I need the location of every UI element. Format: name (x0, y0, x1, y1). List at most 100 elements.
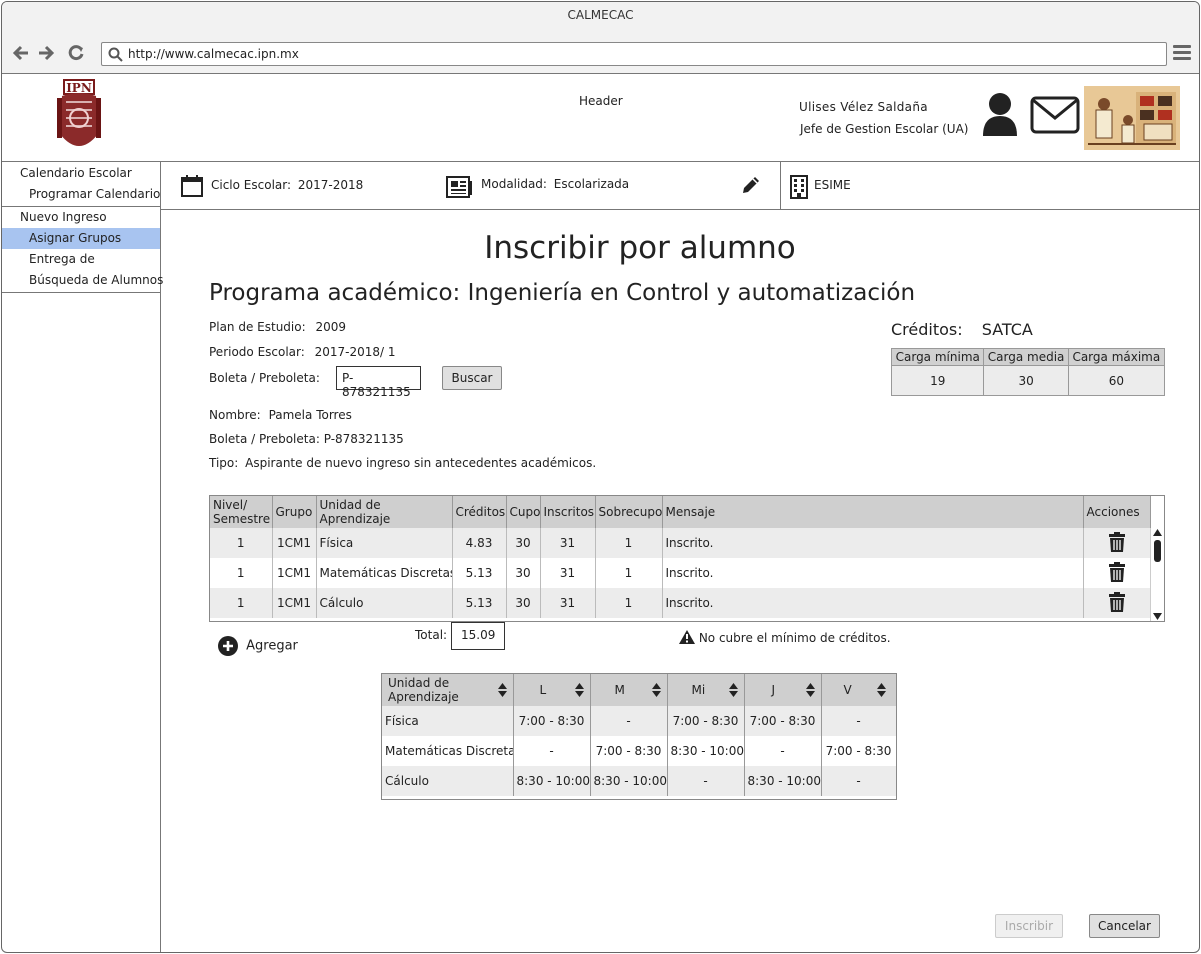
sched-cell-m: 8:30 - 10:00 (590, 766, 668, 796)
user-name: Ulises Vélez Saldaña (799, 100, 928, 114)
info-bar: Ciclo Escolar: 2017-2018 Modalidad: Esco… (161, 162, 1199, 210)
cell-nivel: 1 (210, 528, 273, 558)
agregar-button[interactable]: Agregar (218, 636, 298, 656)
plan-estudio: Plan de Estudio: 2009 (209, 320, 346, 334)
cell-sobrecupo: 1 (595, 558, 663, 588)
app-header: IPN Header Ulises Vélez Saldaña Jefe de … (2, 74, 1199, 162)
cell-cupo: 30 (506, 588, 541, 618)
cell-creditos: 5.13 (452, 588, 507, 618)
table-row[interactable]: 1 1CM1 Física 4.83 30 31 1 Inscrito. (210, 528, 1151, 558)
cancelar-button[interactable]: Cancelar (1089, 914, 1160, 938)
table-row[interactable]: 1 1CM1 Matemáticas Discretas 5.13 30 31 … (210, 558, 1151, 588)
sched-cell-mi: - (667, 766, 745, 796)
sched-header-unidad[interactable]: Unidad de Aprendizaje (382, 674, 514, 706)
carga-minima-header: Carga mínima (890, 348, 985, 366)
browser-window: CALMECAC http://www.calmecac.ipn.mx IPN … (1, 1, 1200, 953)
boleta2-label: Boleta / Preboleta: (209, 432, 320, 446)
cell-grupo: 1CM1 (272, 528, 317, 558)
svg-text:IPN: IPN (66, 81, 92, 95)
mail-icon[interactable] (1030, 96, 1080, 134)
sidebar-item-programar-calendario[interactable]: Programar Calendario (2, 184, 160, 205)
total-value: 15.09 (451, 622, 505, 650)
cell-creditos: 5.13 (452, 558, 507, 588)
sched-cell-v: 7:00 - 8:30 (821, 736, 896, 766)
col-header-mensaje[interactable]: Mensaje (662, 496, 1084, 528)
sched-cell-unidad: Física (382, 706, 514, 736)
enrollment-table: Nivel/ Semestre Grupo Unidad de Aprendiz… (210, 496, 1151, 618)
sched-header-mi[interactable]: Mi (667, 674, 745, 706)
user-profile-icon[interactable] (981, 92, 1019, 136)
table-row[interactable]: 1 1CM1 Cálculo 5.13 30 31 1 Inscrito. (210, 588, 1151, 618)
agregar-label: Agregar (246, 638, 298, 654)
add-circle-icon (218, 636, 238, 656)
edit-pencil-icon[interactable] (740, 174, 762, 196)
buscar-button[interactable]: Buscar (442, 366, 502, 390)
sidebar-item-nuevo-ingreso[interactable]: Nuevo Ingreso (2, 207, 160, 228)
sched-cell-j: 8:30 - 10:00 (744, 766, 822, 796)
back-arrow-icon[interactable] (10, 43, 32, 65)
col-header-sobrecupo[interactable]: Sobrecupo (595, 496, 663, 528)
sched-header-j-label: J (771, 683, 776, 697)
col-header-nivel[interactable]: Nivel/ Semestre (210, 496, 273, 528)
ciclo-label: Ciclo Escolar: (211, 178, 292, 192)
sched-cell-j: 7:00 - 8:30 (744, 706, 822, 736)
total-label: Total: (415, 628, 448, 642)
trash-icon[interactable] (1108, 591, 1126, 612)
sched-header-j[interactable]: J (744, 674, 822, 706)
trash-icon[interactable] (1108, 561, 1126, 582)
creditos-title: Créditos: SATCA (891, 320, 1033, 339)
sched-header-m[interactable]: M (590, 674, 668, 706)
cell-nivel: 1 (210, 558, 273, 588)
table-row: Cálculo 8:30 - 10:00 8:30 - 10:00 - 8:30… (382, 766, 896, 796)
scroll-thumb[interactable] (1154, 540, 1161, 562)
browser-menu-icon[interactable] (1173, 45, 1191, 63)
sched-header-l[interactable]: L (513, 674, 591, 706)
scroll-up-icon[interactable] (1153, 529, 1162, 536)
sidebar-item-busqueda-alumnos[interactable]: Búsqueda de Alumnos (2, 270, 163, 291)
col-header-creditos[interactable]: Créditos (452, 496, 507, 528)
cell-creditos: 4.83 (452, 528, 507, 558)
sched-cell-j: - (744, 736, 822, 766)
tipo-label: Tipo: (209, 456, 239, 470)
vertical-scrollbar[interactable] (1150, 528, 1164, 621)
building-icon (790, 175, 808, 199)
sidebar-item-entrega-de[interactable]: Entrega de (2, 249, 160, 270)
col-header-grupo[interactable]: Grupo (272, 496, 317, 528)
sched-cell-v: - (821, 766, 896, 796)
url-input[interactable]: http://www.calmecac.ipn.mx (101, 42, 1167, 66)
scroll-down-icon[interactable] (1153, 613, 1162, 620)
plan-label: Plan de Estudio: (209, 320, 306, 334)
sched-cell-unidad: Cálculo (382, 766, 514, 796)
col-header-unidad[interactable]: Unidad de Aprendizaje (316, 496, 453, 528)
boleta-input[interactable]: P-878321135 (336, 366, 421, 399)
schedule-table: Unidad de Aprendizaje L M Mi J V Física (382, 674, 896, 796)
forward-arrow-icon[interactable] (35, 43, 57, 65)
header-label: Header (579, 94, 623, 108)
cell-inscritos: 31 (540, 588, 596, 618)
modalidad-label: Modalidad: (481, 177, 547, 191)
reload-icon[interactable] (65, 43, 87, 65)
col-header-acciones[interactable]: Acciones (1083, 496, 1151, 528)
sched-header-unidad-label: Unidad de Aprendizaje (388, 676, 459, 704)
col-header-inscritos[interactable]: Inscritos (540, 496, 596, 528)
main-content: Inscribir por alumno Programa académico:… (161, 210, 1199, 952)
escuela: ESIME (814, 178, 851, 192)
sched-header-v[interactable]: V (821, 674, 896, 706)
sidebar-item-asignar-grupos[interactable]: Asignar Grupos (2, 228, 160, 249)
info-divider (780, 162, 781, 210)
modalidad: Modalidad: Escolarizada (481, 177, 629, 191)
plan-value: 2009 (315, 320, 347, 334)
sched-cell-unidad: Matemáticas Discretas (382, 736, 514, 766)
inscribir-button[interactable]: Inscribir (995, 914, 1063, 938)
sched-cell-l: - (513, 736, 591, 766)
window-title: CALMECAC (2, 2, 1199, 34)
url-text: http://www.calmecac.ipn.mx (128, 47, 299, 61)
trash-icon[interactable] (1108, 531, 1126, 552)
sort-icon (728, 683, 738, 697)
sidebar-item-calendario-escolar[interactable]: Calendario Escolar (2, 163, 160, 184)
cell-sobrecupo: 1 (595, 588, 663, 618)
cell-mensaje: Inscrito. (662, 588, 1084, 618)
col-header-cupo[interactable]: Cupo (506, 496, 541, 528)
sched-cell-l: 7:00 - 8:30 (513, 706, 591, 736)
cell-unidad: Matemáticas Discretas (316, 558, 453, 588)
